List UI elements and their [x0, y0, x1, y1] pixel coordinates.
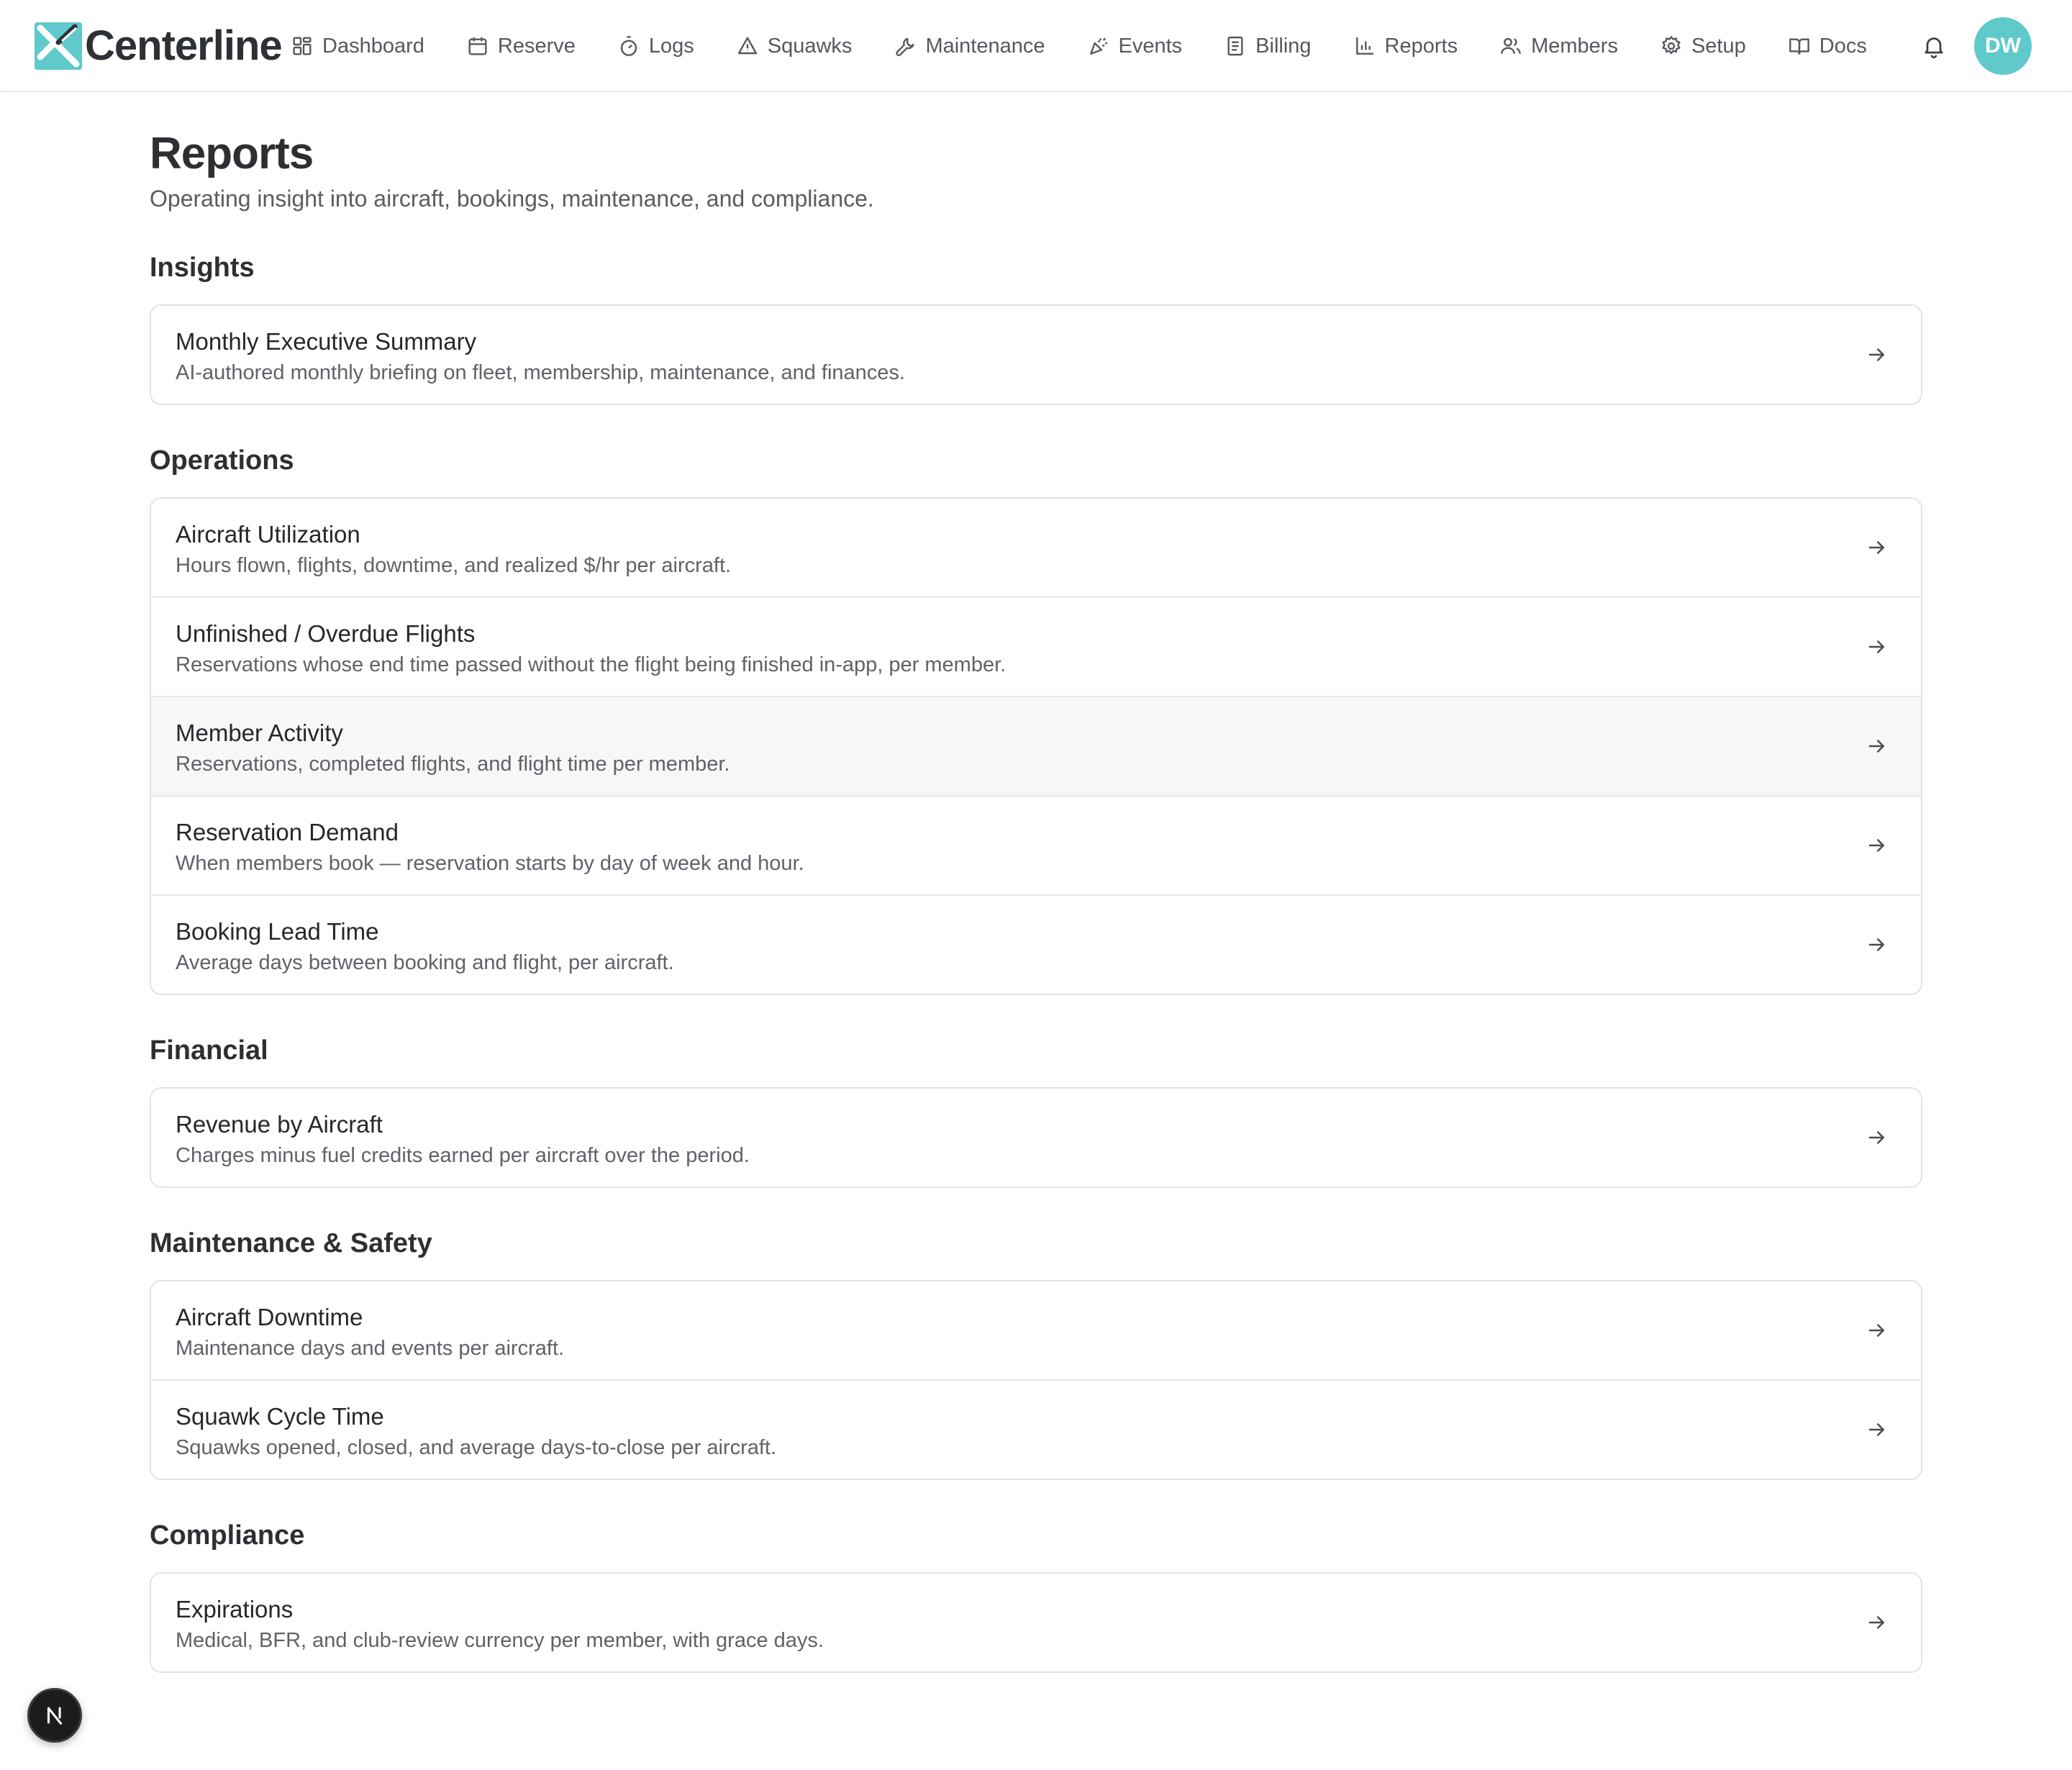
reports-page: Reports Operating insight into aircraft,…: [150, 92, 1922, 1674]
report-description: Reservations whose end time passed witho…: [176, 653, 1007, 677]
centerline-logo-icon: [35, 22, 82, 70]
centerline-logo[interactable]: Centerline: [33, 19, 283, 73]
nav-item-events[interactable]: Events: [1087, 24, 1183, 68]
report-title: Reservation Demand: [176, 819, 399, 846]
nav-label: Squawks: [767, 34, 853, 58]
nav-label: Logs: [648, 34, 694, 58]
report-description: Average days between booking and flight,…: [176, 951, 674, 975]
report-row-monthly-executive-summary[interactable]: Monthly Executive Summary AI-authored mo…: [151, 306, 1921, 404]
page-subtitle: Operating insight into aircraft, booking…: [150, 186, 874, 212]
report-row-expirations[interactable]: Expirations Medical, BFR, and club-revie…: [151, 1574, 1921, 1671]
nav-label: Dashboard: [322, 34, 424, 58]
warning-triangle-icon: [737, 37, 757, 55]
report-row-unfinished-overdue-flights[interactable]: Unfinished / Overdue Flights Reservation…: [151, 596, 1921, 696]
nav-label: Members: [1531, 34, 1618, 58]
arrow-right-icon: [1868, 1324, 1884, 1337]
main-nav: Dashboard Reserve Logs Squawks Maintenan…: [291, 0, 1909, 92]
section-title-operations: Operations: [150, 445, 294, 476]
report-list-compliance: Expirations Medical, BFR, and club-revie…: [150, 1572, 1922, 1674]
nav-item-maintenance[interactable]: Maintenance: [894, 24, 1045, 68]
bar-chart-icon: [1355, 37, 1373, 55]
next-dev-tools-button[interactable]: [27, 1688, 82, 1743]
dashboard-grid-icon: [293, 37, 312, 55]
nav-label: Docs: [1819, 34, 1867, 58]
nav-label: Billing: [1255, 34, 1312, 58]
report-row-revenue-by-aircraft[interactable]: Revenue by Aircraft Charges minus fuel c…: [151, 1089, 1921, 1186]
report-title: Unfinished / Overdue Flights: [176, 620, 476, 648]
party-popper-icon: [1089, 37, 1107, 55]
next-logo-icon: [47, 1707, 63, 1725]
top-navigation-bar: Centerline Dashboard Reserve Logs Squawk…: [0, 0, 2072, 92]
report-description: Squawks opened, closed, and average days…: [176, 1436, 777, 1460]
nav-item-reserve[interactable]: Reserve: [466, 24, 576, 68]
bell-icon[interactable]: [1921, 33, 1947, 59]
nav-label: Reports: [1384, 34, 1458, 58]
report-description: AI-authored monthly briefing on fleet, m…: [176, 361, 905, 385]
arrow-right-icon: [1868, 1131, 1884, 1144]
stopwatch-icon: [620, 36, 637, 56]
nav-item-docs[interactable]: Docs: [1788, 24, 1867, 68]
report-row-booking-lead-time[interactable]: Booking Lead Time Average days between b…: [151, 894, 1921, 994]
arrow-right-icon: [1868, 640, 1884, 653]
page-title: Reports: [150, 129, 314, 178]
arrow-right-icon: [1868, 839, 1884, 852]
nav-label: Events: [1118, 34, 1183, 58]
wrench-icon: [896, 37, 914, 57]
arrow-right-icon: [1868, 541, 1884, 554]
report-title: Booking Lead Time: [176, 918, 379, 945]
report-description: Hours flown, flights, downtime, and real…: [176, 554, 732, 578]
report-description: Medical, BFR, and club-review currency p…: [176, 1629, 824, 1653]
report-list-insights: Monthly Executive Summary AI-authored mo…: [150, 304, 1922, 406]
report-row-reservation-demand[interactable]: Reservation Demand When members book — r…: [151, 795, 1921, 894]
arrow-right-icon: [1868, 740, 1884, 753]
section-title-insights: Insights: [150, 253, 255, 283]
report-title: Revenue by Aircraft: [176, 1111, 383, 1138]
arrow-right-icon: [1868, 938, 1884, 951]
gear-icon: [1662, 36, 1681, 55]
calendar-icon: [468, 37, 487, 55]
nav-label: Reserve: [497, 34, 576, 58]
arrow-right-icon: [1868, 1616, 1884, 1629]
nav-item-members[interactable]: Members: [1499, 24, 1618, 68]
nav-item-squawks[interactable]: Squawks: [736, 24, 853, 68]
report-row-member-activity[interactable]: Member Activity Reservations, completed …: [151, 696, 1921, 796]
report-list-maintenance-safety: Aircraft Downtime Maintenance days and e…: [150, 1280, 1922, 1481]
nav-item-dashboard[interactable]: Dashboard: [291, 24, 424, 68]
report-title: Squawk Cycle Time: [176, 1403, 384, 1430]
section-title-financial: Financial: [150, 1035, 268, 1066]
report-description: Maintenance days and events per aircraft…: [176, 1337, 565, 1361]
nav-label: Maintenance: [925, 34, 1045, 58]
report-description: When members book — reservation starts b…: [176, 852, 804, 876]
report-title: Expirations: [176, 1596, 294, 1623]
report-row-aircraft-utilization[interactable]: Aircraft Utilization Hours flown, flight…: [151, 499, 1921, 596]
receipt-icon: [1227, 36, 1243, 56]
nav-item-logs[interactable]: Logs: [617, 24, 694, 68]
section-title-compliance: Compliance: [150, 1520, 305, 1551]
nav-item-setup[interactable]: Setup: [1660, 24, 1746, 68]
users-icon: [1501, 37, 1521, 54]
report-row-aircraft-downtime[interactable]: Aircraft Downtime Maintenance days and e…: [151, 1281, 1921, 1379]
report-list-financial: Revenue by Aircraft Charges minus fuel c…: [150, 1087, 1922, 1189]
report-title: Aircraft Downtime: [176, 1304, 363, 1331]
report-title: Aircraft Utilization: [176, 521, 360, 548]
user-avatar[interactable]: DW: [1974, 17, 2032, 75]
nav-item-reports[interactable]: Reports: [1353, 24, 1458, 68]
report-list-operations: Aircraft Utilization Hours flown, flight…: [150, 497, 1922, 996]
book-open-icon: [1789, 38, 1809, 55]
arrow-right-icon: [1868, 348, 1884, 361]
arrow-right-icon: [1868, 1423, 1884, 1436]
report-title: Member Activity: [176, 720, 343, 747]
report-description: Charges minus fuel credits earned per ai…: [176, 1144, 750, 1168]
brand-name: Centerline: [85, 22, 283, 69]
section-title-maintenance-safety: Maintenance & Safety: [150, 1228, 432, 1259]
report-row-squawk-cycle-time[interactable]: Squawk Cycle Time Squawks opened, closed…: [151, 1379, 1921, 1479]
nav-label: Setup: [1691, 34, 1746, 58]
nav-item-billing[interactable]: Billing: [1224, 24, 1312, 68]
report-description: Reservations, completed flights, and fli…: [176, 753, 730, 776]
report-title: Monthly Executive Summary: [176, 328, 477, 355]
